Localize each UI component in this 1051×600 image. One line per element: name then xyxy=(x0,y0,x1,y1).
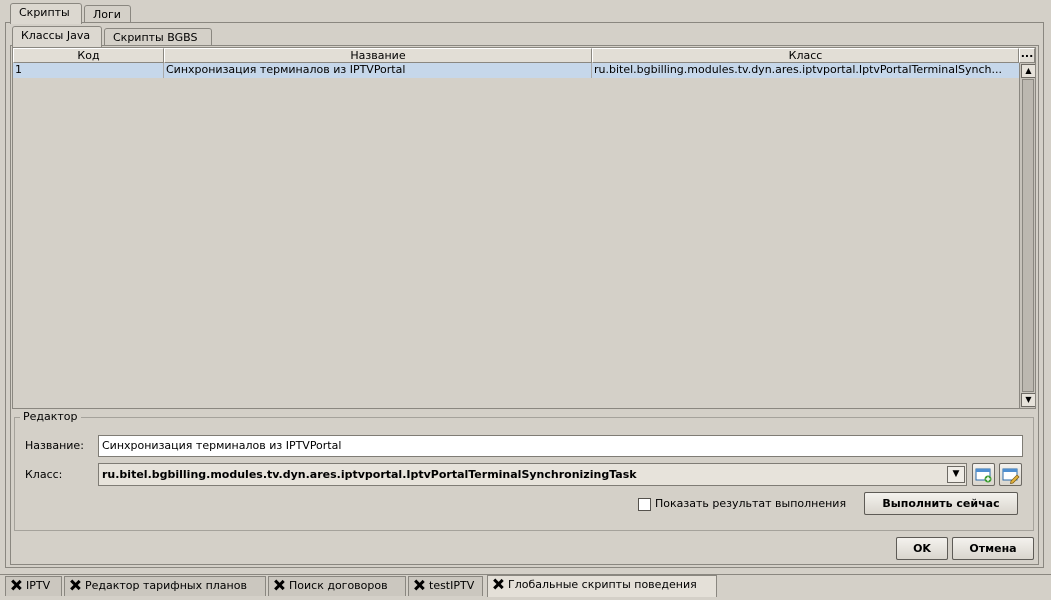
close-icon[interactable] xyxy=(11,580,21,590)
close-icon[interactable] xyxy=(274,580,284,590)
classes-table: Код Название Класс ... 1 Синхронизация т… xyxy=(12,47,1036,409)
column-header-code[interactable]: Код xyxy=(13,48,164,63)
table-vertical-scrollbar[interactable]: ▲ ▼ xyxy=(1019,63,1035,408)
doc-tab-label: Глобальные скрипты поведения xyxy=(508,578,697,591)
doc-tab-testiptv[interactable]: testIPTV xyxy=(408,576,483,596)
new-class-button[interactable] xyxy=(972,463,995,486)
doc-tab-label: Поиск договоров xyxy=(289,579,388,592)
doc-tab-label: Редактор тарифных планов xyxy=(85,579,247,592)
doc-tab-tariff-editor[interactable]: Редактор тарифных планов xyxy=(64,576,266,596)
scroll-thumb[interactable] xyxy=(1022,79,1034,392)
edit-class-button[interactable] xyxy=(999,463,1022,486)
close-icon[interactable] xyxy=(493,579,503,589)
doc-tab-contract-search[interactable]: Поиск договоров xyxy=(268,576,406,596)
close-icon[interactable] xyxy=(70,580,80,590)
cancel-button[interactable]: Отмена xyxy=(952,537,1034,560)
run-now-button[interactable]: Выполнить сейчас xyxy=(864,492,1018,515)
show-result-label: Показать результат выполнения xyxy=(655,497,847,510)
scroll-up-icon[interactable]: ▲ xyxy=(1021,64,1035,78)
doc-tab-label: testIPTV xyxy=(429,579,475,592)
show-result-checkbox[interactable] xyxy=(638,498,651,511)
column-header-class[interactable]: Класс xyxy=(592,48,1019,63)
name-input[interactable]: Синхронизация терминалов из IPTVPortal xyxy=(98,435,1023,457)
tab-scripts[interactable]: Скрипты xyxy=(10,3,82,24)
doc-tab-label: IPTV xyxy=(26,579,51,592)
tab-java-classes[interactable]: Классы Java xyxy=(12,26,102,47)
class-combobox[interactable]: ru.bitel.bgbilling.modules.tv.dyn.ares.i… xyxy=(98,463,967,486)
table-row[interactable]: 1 Синхронизация терминалов из IPTVPortal… xyxy=(13,63,1019,78)
window-edit-icon xyxy=(1002,468,1020,484)
cell-class: ru.bitel.bgbilling.modules.tv.dyn.ares.i… xyxy=(594,63,1002,76)
name-label: Название: xyxy=(25,439,84,452)
cell-name: Синхронизация терминалов из IPTVPortal xyxy=(164,63,592,78)
editor-legend: Редактор xyxy=(20,410,81,424)
class-label: Класс: xyxy=(25,468,63,481)
close-icon[interactable] xyxy=(414,580,424,590)
class-combobox-value: ru.bitel.bgbilling.modules.tv.dyn.ares.i… xyxy=(102,468,637,481)
doc-tab-global-scripts[interactable]: Глобальные скрипты поведения xyxy=(487,575,717,597)
column-header-name[interactable]: Название xyxy=(164,48,592,63)
doc-tab-iptv[interactable]: IPTV xyxy=(5,576,62,596)
column-chooser-button[interactable]: ... xyxy=(1019,48,1035,63)
window-add-icon xyxy=(975,468,992,483)
scroll-down-icon[interactable]: ▼ xyxy=(1021,393,1035,407)
cell-code: 1 xyxy=(13,63,164,78)
chevron-down-icon[interactable]: ▼ xyxy=(947,466,965,483)
ok-button[interactable]: OK xyxy=(896,537,948,560)
